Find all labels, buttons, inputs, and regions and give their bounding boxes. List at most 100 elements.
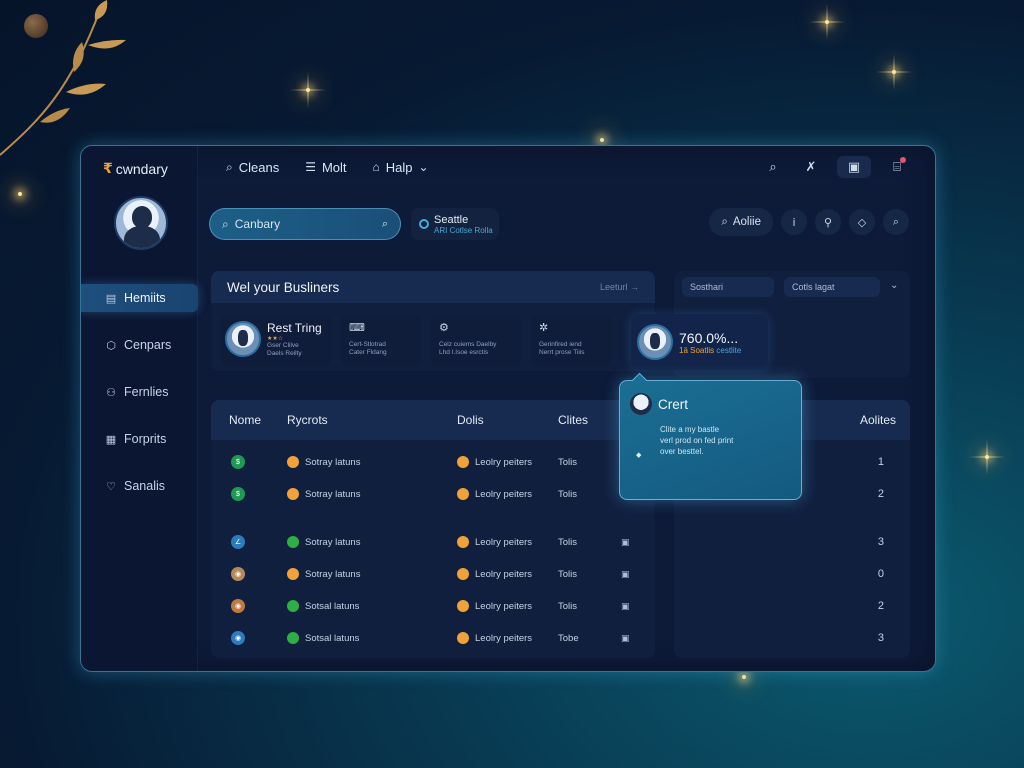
- search-icon[interactable]: ⌕: [883, 209, 909, 235]
- chevron-down-icon[interactable]: ⌄: [890, 277, 898, 297]
- info-icon[interactable]: ⅰ: [781, 209, 807, 235]
- search-submit-icon[interactable]: ⌕: [382, 218, 388, 231]
- card-title: Rest Tring: [267, 321, 322, 335]
- stat-card[interactable]: 760.0%... 1ä Soatlis cestlite: [631, 314, 768, 370]
- search-input[interactable]: [234, 217, 355, 231]
- table-row[interactable]: $ Sotray latuns Leolry peiters Tolis: [211, 446, 655, 478]
- business-panel: Wel your Busliners Leeturl → Rest Tring …: [211, 271, 655, 371]
- table-row[interactable]: ◉ Sotsal latuns Leolry peiters Tobe ▣: [211, 622, 655, 654]
- sparkle: [600, 138, 604, 142]
- column-header[interactable]: Dolis: [457, 413, 484, 427]
- sparkle: [18, 192, 22, 196]
- column-header[interactable]: Rycrots: [287, 413, 328, 427]
- aoliie-button[interactable]: ⌕ Aoliie: [709, 208, 773, 236]
- table-row[interactable]: ∠ Sotray latuns Leolry peiters Tolis ▣: [211, 526, 655, 558]
- cell: Tolis: [558, 488, 578, 500]
- business-card[interactable]: ⚙ Celz cuiems Daelby Lhd I.Isoe esrctis: [431, 315, 521, 367]
- cell: Sotsal latuns: [305, 632, 360, 644]
- location-prefix: ARI: [434, 225, 448, 235]
- business-card[interactable]: ✲ Gerinfired iend Nerrt prose Tiiis: [531, 315, 611, 367]
- chevron-down-icon: ⌄: [418, 160, 429, 174]
- sidebar-item-label: Sanalis: [124, 479, 165, 493]
- stat-sub-accent: cestlite: [716, 345, 742, 355]
- search-bar: ⌕ ⌕: [209, 208, 401, 240]
- column-header[interactable]: Clites: [558, 413, 588, 427]
- column-header[interactable]: Nome: [229, 413, 261, 427]
- brand-mark: ₹: [103, 160, 113, 176]
- sparkle: [742, 675, 746, 679]
- card-text: Gerinfired iend: [539, 341, 582, 348]
- shield-icon[interactable]: ◇: [849, 209, 875, 235]
- doc-icon[interactable]: ▣: [621, 601, 630, 612]
- badge-icon: ⚙: [439, 322, 449, 334]
- image-icon[interactable]: ▣: [837, 156, 871, 178]
- row-count: 2: [877, 600, 884, 612]
- topnav-label: Molt: [321, 159, 347, 175]
- status-dot: [287, 632, 299, 644]
- row-icon: ◉: [231, 631, 245, 645]
- sidebar-item-hemiits[interactable]: ▤ Hemiits: [81, 284, 198, 312]
- status-dot: [457, 632, 469, 644]
- table-row[interactable]: $ Sotray latuns Leolry peiters Tolis ▣: [211, 478, 655, 510]
- business-meta-link[interactable]: Leeturl →: [600, 282, 639, 292]
- business-card[interactable]: Rest Tring ★★☆ Gser Clilve Daels Reilty: [221, 315, 331, 367]
- popover-title: Crert: [658, 396, 688, 412]
- grid-icon: ▦: [105, 433, 117, 446]
- filter-field[interactable]: Sosthari: [682, 277, 774, 297]
- topnav-item-halp[interactable]: ⌂ Halp ⌄: [373, 160, 429, 175]
- popover-text: over besttel.: [660, 446, 704, 456]
- row-icon: $: [231, 487, 245, 501]
- card-text: Lhd I.Isoe esrctis: [439, 349, 489, 357]
- cell: Tobe: [558, 632, 579, 644]
- puzzle-icon: ✲: [539, 322, 549, 334]
- cell: Leolry peiters: [475, 456, 533, 468]
- row-icon: ◉: [231, 599, 245, 613]
- table-row[interactable]: ◉ Sotsal latuns Leolry peiters Tolis ▣: [211, 590, 655, 622]
- avatar: [637, 324, 673, 360]
- user-avatar[interactable]: [114, 196, 168, 250]
- sidebar: ₹ cwndary ▤ Hemiits ⬡ Cenpars ⚇ Fernlies…: [81, 146, 198, 671]
- sparkle: [825, 20, 829, 24]
- search-icon[interactable]: ⌕: [761, 156, 785, 178]
- doc-icon[interactable]: ▣: [621, 537, 630, 548]
- cell: Leolry peiters: [475, 600, 533, 612]
- doc-icon[interactable]: ▣: [621, 633, 630, 644]
- link-icon[interactable]: ⚲: [815, 209, 841, 235]
- row-icon: $: [231, 455, 245, 469]
- column-header[interactable]: Aolites: [860, 413, 896, 427]
- business-card[interactable]: ⌨ Cert-Stlotrad Cater Fldang: [341, 315, 421, 367]
- sparkle: [892, 70, 896, 74]
- notification-icon[interactable]: ⌸: [885, 156, 909, 178]
- brand-logo[interactable]: ₹ cwndary: [103, 160, 168, 177]
- filter-dropdown[interactable]: Cotls lagat: [784, 277, 880, 297]
- cell: Leolry peiters: [475, 568, 533, 580]
- sidebar-item-sanalis[interactable]: ♡ Sanalis: [81, 472, 198, 500]
- business-title: Wel your Busliners: [227, 279, 340, 295]
- status-dot: [287, 536, 299, 548]
- doc-icon[interactable]: ▣: [621, 569, 630, 580]
- detail-popover[interactable]: Crert Clite a my bastle verl prod on fed…: [619, 380, 802, 500]
- chat-icon: ⌨: [349, 322, 365, 334]
- row-icon: ∠: [231, 535, 245, 549]
- pill-label: Aoliie: [732, 216, 761, 228]
- business-header: Wel your Busliners Leeturl →: [211, 271, 655, 303]
- card-text: Daels Reilty: [267, 350, 302, 358]
- row-icon: ◉: [231, 567, 245, 581]
- pin-icon[interactable]: ✗: [799, 156, 823, 178]
- location-chip[interactable]: Seattle ARI Cotlse Rolla: [411, 208, 499, 240]
- right-toolbar: ⌕ Aoliie ⅰ ⚲ ◇ ⌕: [709, 208, 909, 236]
- topnav-item-cleans[interactable]: ⌕ Cleans: [226, 160, 279, 175]
- cell: Tolis: [558, 536, 578, 548]
- cell: Tolis: [558, 456, 578, 468]
- app-window: ₹ cwndary ▤ Hemiits ⬡ Cenpars ⚇ Fernlies…: [80, 145, 936, 672]
- sidebar-item-forprits[interactable]: ▦ Forprits: [81, 425, 198, 453]
- topnav-item-molt[interactable]: ☰ Molt: [305, 160, 346, 175]
- table-row[interactable]: ◉ Sotray latuns Leolry peiters Tolis ▣: [211, 558, 655, 590]
- popover-text: verl prod on fed print: [660, 435, 734, 445]
- status-dot: [287, 488, 299, 500]
- card-text: Cert-Stlotrad: [349, 341, 386, 348]
- sidebar-item-cenpars[interactable]: ⬡ Cenpars: [81, 331, 198, 359]
- status-dot: [287, 600, 299, 612]
- sidebar-item-fernlies[interactable]: ⚇ Fernlies: [81, 378, 198, 406]
- stat-sub: 1ä Soatlis: [679, 345, 715, 355]
